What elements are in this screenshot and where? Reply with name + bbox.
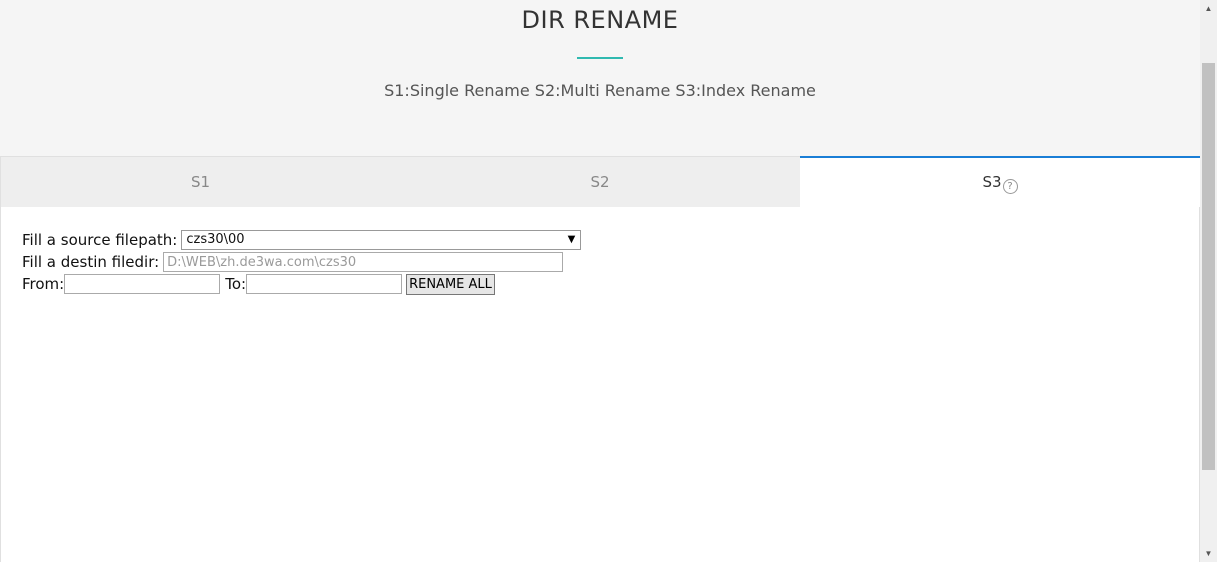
scroll-down-icon[interactable]: ▼ [1200,545,1217,562]
page-subtitle: S1:Single Rename S2:Multi Rename S3:Inde… [384,81,816,100]
tab-s2-label: S2 [590,173,610,191]
source-row: Fill a source filepath: czs30\00 ▼ [22,229,582,251]
rename-all-button[interactable]: RENAME ALL [406,273,495,295]
title-divider [577,57,623,59]
source-label: Fill a source filepath: [22,231,178,249]
source-filepath-select[interactable]: czs30\00 ▼ [181,230,582,250]
page: DIR RENAME S1:Single Rename S2:Multi Ren… [0,0,1200,562]
dest-row: Fill a destin filedir: [22,251,581,273]
source-filepath-value: czs30\00 [186,232,245,247]
dropdown-arrow-icon: ▼ [567,234,576,245]
dest-label: Fill a destin filedir: [22,253,160,271]
tab-bar: S1 S2 S3? [0,156,1200,207]
to-label: To: [225,275,247,293]
range-row: From: To: RENAME ALL [22,273,581,295]
page-title: DIR RENAME [521,6,679,34]
from-input[interactable] [64,274,221,294]
tab-s1[interactable]: S1 [0,156,400,207]
help-icon[interactable]: ? [1002,179,1018,194]
scroll-up-icon[interactable]: ▲ [1200,0,1217,17]
tab-s3[interactable]: S3? [800,156,1200,207]
to-input[interactable] [246,274,403,294]
scrollbar-thumb[interactable] [1202,63,1215,470]
tab-s3-label: S3 [982,173,1002,191]
vertical-scrollbar[interactable]: ▲ ▼ [1200,0,1217,562]
tab-panel-s3: Fill a source filepath: czs30\00 ▼ Fill … [0,207,1200,562]
tab-s1-label: S1 [190,173,211,191]
dest-filedir-input[interactable] [163,252,564,272]
from-label: From: [22,275,65,293]
header: DIR RENAME S1:Single Rename S2:Multi Ren… [0,0,1200,156]
rename-form: Fill a source filepath: czs30\00 ▼ Fill … [22,229,582,295]
tab-s2[interactable]: S2 [400,156,800,207]
